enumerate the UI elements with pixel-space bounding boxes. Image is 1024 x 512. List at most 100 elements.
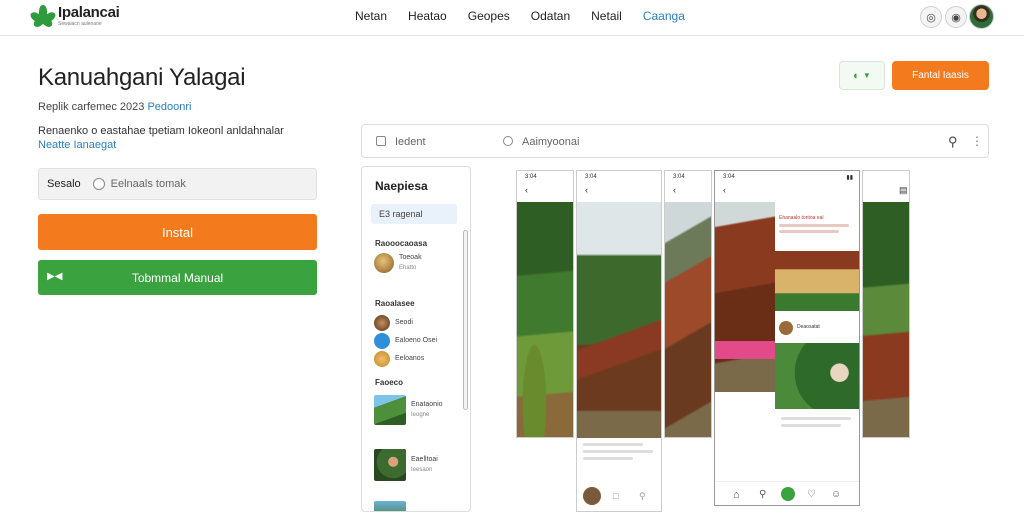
list-item[interactable]: Enataonio Ieogne (374, 395, 443, 425)
bell-icon[interactable]: ◎ (920, 6, 942, 28)
sidebar-pill[interactable]: E3 ragenal (371, 204, 457, 224)
add-icon[interactable] (781, 487, 795, 501)
app-meta: Replik carfemec 2023 Pedoonri (38, 101, 192, 113)
app-description-text: Renaenko o eastahae tpetiam Iokeonl anld… (38, 125, 284, 137)
badge-label: Ehanaalo tontoa eal (779, 215, 824, 221)
back-arrow-icon: ‹ (723, 185, 726, 195)
search-icon[interactable]: ⚲ (759, 489, 766, 500)
search-icon[interactable]: ⚲ (639, 491, 646, 502)
avatar (779, 321, 793, 335)
nav-link-4[interactable]: Odatan (531, 9, 570, 23)
item-thumbnail (374, 333, 390, 349)
forest-image (517, 202, 573, 437)
sidebar-section-title: Faoeco (375, 378, 404, 387)
item-label: Eeloanos (395, 355, 425, 362)
version-select-label: Sesalo (47, 178, 81, 190)
search-field-1[interactable]: Iedent (395, 136, 426, 148)
home-icon[interactable]: ⌂ (733, 489, 740, 501)
item-thumbnail (374, 395, 406, 425)
item-thumbnail (374, 449, 406, 481)
user-avatar[interactable] (969, 4, 994, 29)
item-thumbnail (374, 253, 394, 273)
search-field-2[interactable]: Aaimyoonai (522, 136, 579, 148)
sidebar-title: Naepiesa (375, 179, 428, 193)
brand-name: Ipalancai (58, 4, 120, 21)
palm-house-image (863, 202, 909, 437)
search-bar[interactable]: Iedent Aaimyoonai ⚲ ⋮ (361, 124, 989, 158)
more-icon[interactable]: ⋮ (971, 134, 983, 148)
version-select-value: Eelnaals tomak (110, 178, 186, 190)
pink-banner (715, 341, 775, 359)
brand-tagline: Sewaiacn aulenaoe (58, 21, 102, 27)
back-arrow-icon: ‹ (673, 185, 676, 195)
profile-icon[interactable] (583, 487, 601, 505)
list-item[interactable]: Ealoeno Osei (374, 333, 437, 349)
item-label: Eaelltoai (411, 456, 438, 463)
app-meta-text: Replik carfemec 2023 (38, 101, 145, 113)
house-image (577, 202, 661, 438)
search-icon[interactable]: ⚲ (948, 134, 958, 150)
item-sub: Ehatto (399, 265, 417, 271)
back-arrow-icon: ‹ (525, 185, 528, 195)
version-select[interactable]: Sesalo Eelnaals tomak (38, 168, 317, 200)
item-label: Toeoak (399, 254, 422, 261)
install-button[interactable]: Instal (38, 214, 317, 250)
document-icon (376, 136, 386, 146)
sidebar-section-title: Raoalasee (375, 299, 415, 308)
orange-action-button[interactable]: Fantal Iaasis (892, 61, 989, 90)
circle-icon (92, 178, 105, 190)
list-item[interactable]: Eaelltoai Ieesaon (374, 449, 438, 481)
nav-link-1[interactable]: Netan (355, 9, 387, 23)
list-item[interactable]: Toeoak Ehatto (374, 253, 422, 273)
back-arrow-icon: ‹ (585, 185, 588, 195)
highlight-badge[interactable]: Ehanaalo tontoa eal (779, 215, 857, 247)
list-item[interactable]: Seodi (374, 315, 413, 331)
heart-icon[interactable]: ♡ (807, 489, 816, 500)
logo-leaf-icon (28, 5, 58, 29)
manual-icon: ▶◀ (47, 271, 63, 282)
item-thumbnail (374, 315, 390, 331)
item-label: Ealoeno Osei (395, 337, 438, 344)
manual-button[interactable]: ▶◀ Tobmmal Manual (38, 260, 317, 295)
item-thumbnail (374, 351, 390, 367)
manual-button-label: Tobmmal Manual (131, 270, 224, 285)
description-link[interactable]: Neatte Ianaegat (38, 138, 284, 152)
house-detail-image (775, 251, 859, 311)
sidebar-section-title: Raooocaoasa (375, 239, 428, 248)
nav-link-2[interactable]: Heatao (408, 9, 447, 23)
app-screenshot-1[interactable]: 3:04 ‹ (516, 170, 574, 438)
circle-icon (503, 136, 513, 146)
app-description: Renaenko o eastahae tpetiam Iokeonl anld… (38, 124, 284, 152)
item-label: Seodi (395, 319, 413, 326)
house-tower-image (715, 202, 775, 392)
app-title: Kanuahgani Yalagai (38, 64, 246, 91)
people-image (775, 343, 859, 409)
sidebar-panel: Naepiesa E3 ragenal Raooocaoasa Toeoak Eh… (361, 166, 471, 512)
list-item[interactable] (374, 501, 406, 511)
help-icon[interactable]: ◉ (945, 6, 967, 28)
share-icon: ◐ (853, 69, 860, 82)
item-label: Enataonio (411, 401, 443, 408)
item-sub: Ieogne (411, 412, 430, 418)
top-navigation-bar: Ipalancai Sewaiacn aulenaoe Netan Heatao… (0, 0, 1024, 36)
main-nav-links: Netan Heatao Geopes Odatan Netail Caanga (355, 9, 706, 23)
roof-image (665, 202, 711, 437)
app-screenshot-5[interactable]: ▤ (862, 170, 910, 438)
publisher-link[interactable]: Pedoonri (147, 101, 191, 113)
item-sub: Ieesaon (411, 467, 433, 473)
document-icon[interactable]: □ (613, 491, 618, 501)
app-screenshot-2[interactable]: 3:04 ‹ □ ⚲ (576, 170, 662, 512)
caption-label: Deaosatat (797, 324, 820, 330)
app-screenshot-main[interactable]: 3:04 ‹ ▮▮ Ehanaalo tontoa eal Deaosatat ⌂… (714, 170, 860, 506)
nav-link-3[interactable]: Geopes (468, 9, 510, 23)
nav-link-5[interactable]: Netail (591, 9, 622, 23)
brand-logo[interactable]: Ipalancai Sewaiacn aulenaoe (28, 4, 120, 29)
profile-icon[interactable]: ☺ (831, 489, 841, 500)
item-thumbnail (374, 501, 406, 511)
sidebar-scrollbar[interactable] (463, 230, 468, 410)
nav-link-6-active[interactable]: Caanga (643, 9, 685, 23)
list-item[interactable]: Eeloanos (374, 351, 424, 367)
share-button[interactable]: ◐ ▼ (839, 61, 885, 90)
app-screenshot-3[interactable]: 3:04 ‹ (664, 170, 712, 438)
chevron-down-icon: ▼ (862, 71, 871, 80)
